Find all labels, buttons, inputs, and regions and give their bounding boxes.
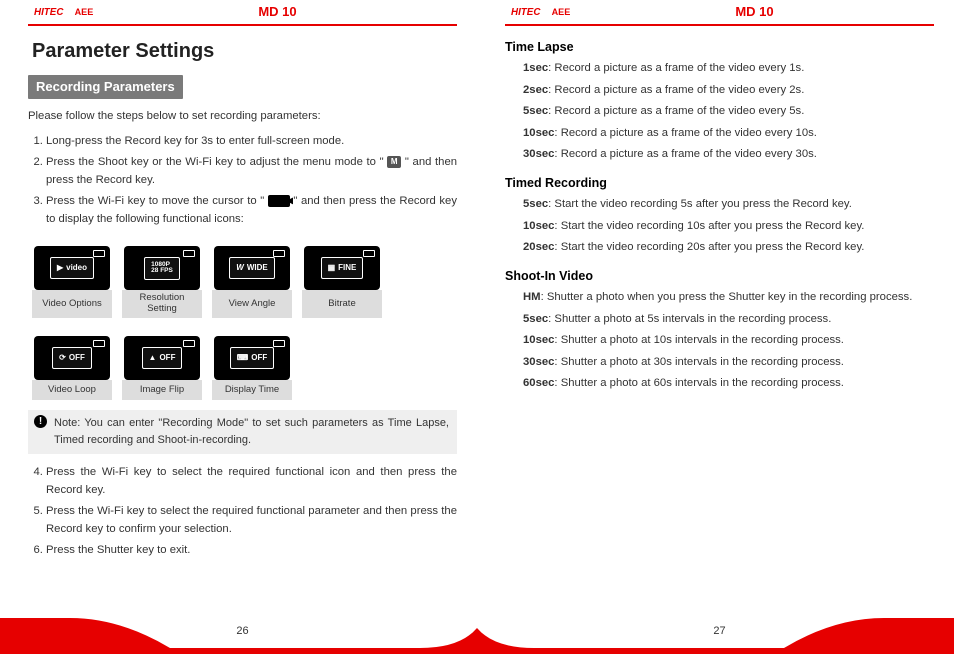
brand-logo: HITEC AEE — [505, 5, 595, 19]
step-4: Press the Wi-Fi key to select the requir… — [46, 464, 457, 499]
steps-list: Long-press the Record key for 3s to ente… — [28, 133, 457, 233]
timed-recording-list: 5sec: Start the video recording 5s after… — [505, 195, 934, 261]
svg-text:AEE: AEE — [75, 7, 94, 17]
time-lapse-list: 1sec: Record a picture as a frame of the… — [505, 59, 934, 168]
svg-text:AEE: AEE — [552, 7, 571, 17]
icon-labels-1: Video Options Resolution Setting View An… — [28, 290, 457, 318]
view-angle-icon: W WIDE — [214, 246, 290, 290]
icon-row-2: ⟳ OFF ▲ OFF ⌨ OFF — [28, 336, 457, 380]
video-loop-icon: ⟳ OFF — [34, 336, 110, 380]
icon-labels-2: Video Loop Image Flip Display Time — [28, 380, 457, 400]
step-5: Press the Wi-Fi key to select the requir… — [46, 503, 457, 538]
svg-text:HITEC: HITEC — [511, 7, 541, 18]
step-2: Press the Shoot key or the Wi-Fi key to … — [46, 154, 457, 189]
page-number: 27 — [505, 623, 934, 644]
shoot-in-video-list: HM: Shutter a photo when you press the S… — [505, 288, 934, 397]
step-1: Long-press the Record key for 3s to ente… — [46, 133, 457, 151]
product-name: MD 10 — [595, 2, 934, 22]
cursor-icon — [268, 195, 290, 207]
brand-logo: HITEC AEE — [28, 5, 118, 19]
product-name: MD 10 — [118, 2, 457, 22]
display-time-icon: ⌨ OFF — [214, 336, 290, 380]
video-options-icon: ▶ video — [34, 246, 110, 290]
timed-recording-heading: Timed Recording — [505, 174, 934, 193]
header-bar: HITEC AEE MD 10 — [28, 0, 457, 26]
page-number: 26 — [28, 623, 457, 644]
page-right: HITEC AEE MD 10 Time Lapse 1sec: Record a… — [477, 0, 954, 654]
note-box: Note: You can enter "Recording Mode" to … — [28, 410, 457, 454]
section-heading: Recording Parameters — [28, 75, 183, 99]
page-title: Parameter Settings — [32, 36, 457, 67]
step-6: Press the Shutter key to exit. — [46, 542, 457, 560]
resolution-icon: 1080P 28 FPS — [124, 246, 200, 290]
header-bar: HITEC AEE MD 10 — [505, 0, 934, 26]
bitrate-icon: ▦ FINE — [304, 246, 380, 290]
icon-row-1: ▶ video 1080P 28 FPS W WIDE ▦ FINE — [28, 246, 457, 290]
svg-text:HITEC: HITEC — [34, 7, 64, 18]
image-flip-icon: ▲ OFF — [124, 336, 200, 380]
page-spread: HITEC AEE MD 10 Parameter Settings Record… — [0, 0, 954, 654]
intro-text: Please follow the steps below to set rec… — [28, 108, 457, 126]
time-lapse-heading: Time Lapse — [505, 38, 934, 57]
menu-mode-icon: M — [387, 156, 401, 168]
steps-list-cont: Press the Wi-Fi key to select the requir… — [28, 464, 457, 564]
shoot-in-video-heading: Shoot-In Video — [505, 267, 934, 286]
step-3: Press the Wi-Fi key to move the cursor t… — [46, 193, 457, 228]
page-left: HITEC AEE MD 10 Parameter Settings Record… — [0, 0, 477, 654]
